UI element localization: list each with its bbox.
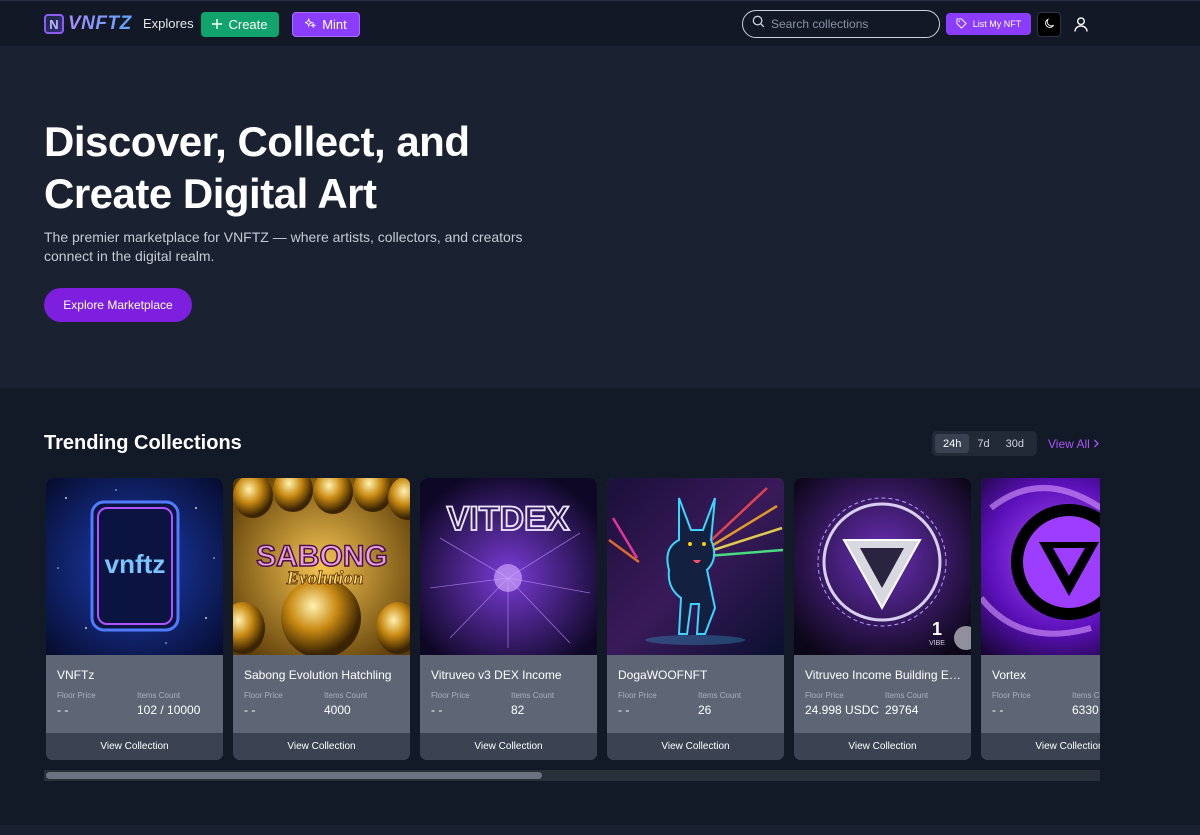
items-count-label: Items Count: [324, 691, 368, 700]
hero-section: Discover, Collect, and Create Digital Ar…: [0, 46, 1200, 388]
range-tab-30d[interactable]: 30d: [998, 434, 1032, 453]
collection-image: [981, 478, 1100, 655]
tag-icon: [956, 17, 967, 31]
floor-price-label: Floor Price: [57, 691, 96, 700]
view-collection-button[interactable]: View Collection: [233, 733, 410, 760]
carousel-scrollbar[interactable]: [44, 770, 1100, 781]
trending-section: Trending Collections 24h 7d 30d View All: [0, 388, 1200, 825]
search-icon: [752, 15, 765, 33]
sparkles-icon: [303, 17, 317, 32]
items-count-value: 102 / 10000: [137, 703, 201, 717]
mint-button-label: Mint: [322, 17, 347, 32]
hero-title: Discover, Collect, and Create Digital Ar…: [44, 118, 470, 217]
art-text-2: VIBE: [929, 640, 945, 647]
items-count-value: 4000: [324, 703, 351, 717]
items-count-label: Items Count: [511, 691, 555, 700]
view-collection-button[interactable]: View Collection: [607, 733, 784, 760]
collection-image: 1 VIBE: [794, 478, 971, 655]
logo-text: VNFTZ: [68, 13, 132, 34]
floor-price-label: Floor Price: [244, 691, 283, 700]
floor-price-label: Floor Price: [805, 691, 844, 700]
view-collection-button[interactable]: View Collection: [46, 733, 223, 760]
collection-image: VITDEX: [420, 478, 597, 655]
range-tab-24h[interactable]: 24h: [935, 434, 970, 453]
floor-price-value: - -: [57, 703, 69, 717]
floor-price-value: - -: [618, 703, 630, 717]
hero-subtitle: The premier marketplace for VNFTZ — wher…: [44, 229, 523, 264]
mint-button[interactable]: Mint: [292, 12, 360, 37]
search-bar[interactable]: [742, 10, 940, 38]
create-button[interactable]: Create: [201, 12, 279, 37]
items-count-value: 6330: [1072, 703, 1099, 717]
scrollbar-thumb[interactable]: [46, 772, 542, 779]
top-navbar: N VNFTZ Explores Create Mint List My NFT: [0, 0, 1200, 46]
items-count-label: Items Count: [885, 691, 929, 700]
items-count-value: 29764: [885, 703, 919, 717]
floor-price-value: 24.998 USDC: [805, 703, 880, 717]
collection-name: Sabong Evolution Hatchling: [244, 668, 392, 682]
floor-price-value: - -: [244, 703, 256, 717]
collection-card[interactable]: DogaWOOFNFT Floor Price Items Count - - …: [607, 478, 784, 760]
collection-name: Vitruveo Income Building En...: [805, 668, 963, 682]
floor-price-value: - -: [992, 703, 1004, 717]
search-input[interactable]: [771, 17, 931, 31]
logo-mark: N: [44, 14, 64, 34]
moon-icon: [1044, 17, 1055, 32]
collection-image: SABONG Evolution: [233, 478, 410, 655]
nav-explores-link[interactable]: Explores: [143, 16, 194, 31]
floor-price-label: Floor Price: [431, 691, 470, 700]
art-text: VITDEX: [447, 500, 570, 538]
items-count-value: 26: [698, 703, 712, 717]
collection-card[interactable]: SABONG Evolution Sabong Evolution Hatchl…: [233, 478, 410, 760]
chevron-right-icon: [1093, 437, 1100, 451]
view-all-label: View All: [1048, 437, 1090, 451]
explore-marketplace-button[interactable]: Explore Marketplace: [44, 288, 192, 322]
art-text: vnftz: [105, 549, 166, 579]
logo[interactable]: N VNFTZ: [44, 12, 132, 36]
collection-card[interactable]: Vortex Floor Price Items Count - - 6330 …: [981, 478, 1100, 760]
floor-price-value: - -: [431, 703, 443, 717]
items-count-label: Items Count: [1072, 691, 1100, 700]
collection-image: vnftz: [46, 478, 223, 655]
theme-toggle-button[interactable]: [1037, 12, 1061, 37]
collections-carousel[interactable]: vnftz VNFTz Floor Price Items Count - - …: [44, 478, 1100, 760]
view-collection-button[interactable]: View Collection: [420, 733, 597, 760]
items-count-label: Items Count: [137, 691, 181, 700]
floor-price-label: Floor Price: [992, 691, 1031, 700]
time-range-tabs: 24h 7d 30d: [932, 431, 1037, 456]
collection-name: VNFTz: [57, 668, 95, 682]
plus-icon: [212, 17, 223, 32]
collection-name: Vortex: [992, 668, 1027, 682]
list-my-nft-button[interactable]: List My NFT: [946, 13, 1031, 35]
user-icon[interactable]: [1070, 13, 1092, 35]
collection-card[interactable]: vnftz VNFTz Floor Price Items Count - - …: [46, 478, 223, 760]
floor-price-label: Floor Price: [618, 691, 657, 700]
items-count-label: Items Count: [698, 691, 742, 700]
collection-name: Vitruveo v3 DEX Income: [431, 668, 562, 682]
list-my-nft-label: List My NFT: [972, 19, 1022, 29]
view-collection-button[interactable]: View Collection: [794, 733, 971, 760]
items-count-value: 82: [511, 703, 525, 717]
collection-image: [607, 478, 784, 655]
art-text-2: Evolution: [285, 568, 363, 589]
section-title: Trending Collections: [44, 432, 242, 454]
range-tab-7d[interactable]: 7d: [969, 434, 997, 453]
collection-card[interactable]: VITDEX Vitruveo v3 DEX Income Floor Pric…: [420, 478, 597, 760]
collection-card[interactable]: 1 VIBE Vitruveo Income Building En... Fl…: [794, 478, 971, 760]
view-all-link[interactable]: View All: [1048, 437, 1100, 451]
collection-name: DogaWOOFNFT: [618, 668, 708, 682]
create-button-label: Create: [228, 17, 268, 32]
next-section-edge: [0, 825, 1200, 835]
art-text: 1: [932, 619, 942, 639]
view-collection-button[interactable]: View Collection: [981, 733, 1100, 760]
